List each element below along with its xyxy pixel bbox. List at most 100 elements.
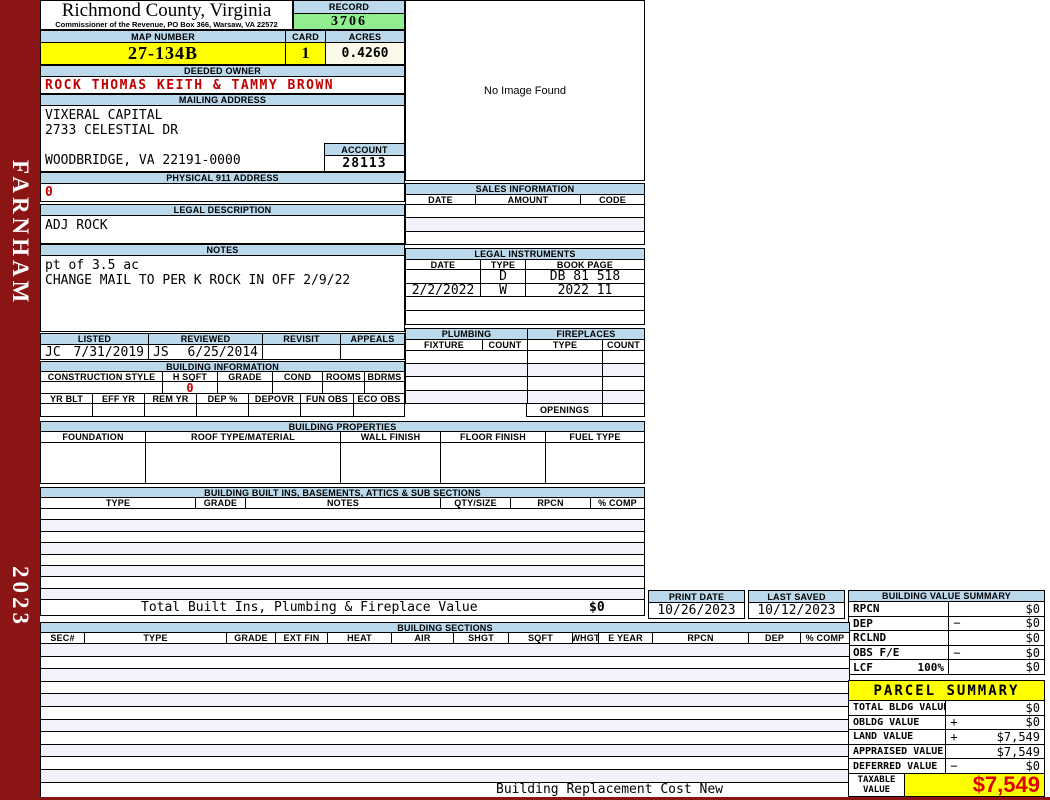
empty-row [405,230,645,245]
listed-by: JC [45,344,61,360]
bvs-row-label: DEP [848,615,948,632]
mailing-line-3 [45,138,241,153]
bvs-row-value: $0 [948,659,1045,675]
instrument-type: W [480,282,525,298]
empty-cell [92,403,144,417]
bvs-row-value: − $0 [948,615,1045,632]
wall-finish-value [340,442,440,484]
record-value: 3706 [293,13,405,30]
county-header: Richmond County, Virginia Commissioner o… [40,0,293,30]
listed-value: JC 7/31/2019 [40,344,148,360]
empty-row [40,693,850,707]
notes-line-1: pt of 3.5 ac [45,258,139,273]
parcel-row-label: OBLDG VALUE [848,714,945,731]
bvs-row-label: RPCN [848,601,948,617]
parcel-row-label: TOTAL BLDG VALUE [848,700,945,716]
empty-row [405,296,645,312]
bvs-row-label: RCLND [848,630,948,646]
last-saved-value: 10/12/2023 [748,602,845,619]
instrument-bookpage: DB 81 518 [525,269,645,284]
mailing-address-section: MAILING ADDRESS VIXERAL CAPITAL 2733 CEL… [40,94,405,172]
built-ins-section: BUILDING BUILT INS, BASEMENTS, ATTICS & … [40,487,645,617]
tax-year-label: 2023 [8,566,33,628]
empty-cell [300,403,353,417]
empty-row [405,204,645,219]
empty-row [40,643,850,657]
empty-row [40,680,850,695]
account-value: 28113 [324,155,404,171]
mailing-line-4: WOODBRIDGE, VA 22191-0000 [45,153,241,168]
no-image-message: No Image Found [405,0,645,181]
deeded-owner-value: ROCK THOMAS KEITH & TAMMY BROWN [40,76,405,94]
empty-row [40,731,850,745]
map-number-value: 27-134B [40,42,285,65]
parcel-row-label: DEFERRED VALUE [848,758,945,774]
map-number-section: MAP NUMBER CARD ACRES 27-134B 1 0.4260 [40,30,405,65]
empty-cell [602,376,645,391]
legal-description-value: ADJ ROCK [40,215,405,244]
legal-description-section: LEGAL DESCRIPTION ADJ ROCK [40,204,405,244]
instrument-date: 2/2/2022 [405,282,480,298]
district-sidebar: FARNHAM 2023 [0,0,40,800]
building-properties-section: BUILDING PROPERTIES FOUNDATION ROOF TYPE… [40,421,645,484]
record-label: RECORD [293,0,405,14]
empty-cell [602,389,645,404]
print-date-box: PRINT DATE 10/26/2023 [648,590,745,619]
bvs-row-label: LCF 100% [848,659,948,675]
card-value: 1 [285,42,325,65]
parcel-row-value: $7,549 [945,743,1045,760]
built-ins-total-value: $0 [589,600,605,616]
empty-cell [602,363,645,378]
instrument-date [405,269,480,284]
empty-cell [527,363,602,378]
acres-value: 0.4260 [325,42,405,65]
taxable-value-label: TAXABLE VALUE [848,772,904,797]
photo-panel: No Image Found [405,0,645,181]
deeded-owner-section: DEEDED OWNER ROCK THOMAS KEITH & TAMMY B… [40,65,405,94]
openings-label: OPENINGS [526,402,602,417]
parcel-row-value: − $0 [945,758,1045,774]
taxable-value: $7,549 [904,772,1045,797]
parcel-row-label: APPRAISED VALUE [848,743,945,760]
empty-row [40,718,850,733]
appeals-value [340,344,405,360]
empty-row [40,655,850,670]
bvs-row-value: $0 [948,630,1045,646]
empty-row [40,668,850,682]
fuel-type-value [545,442,645,484]
empty-cell [527,389,602,404]
empty-row [405,310,645,325]
notes-line-2: CHANGE MAIL TO PER K ROCK IN OFF 2/9/22 [45,273,351,288]
reviewed-date: 6/25/2014 [187,344,258,360]
empty-cell [405,363,527,378]
built-ins-total-label: Total Built Ins, Plumbing & Fireplace Va… [141,600,478,616]
county-header-box: Richmond County, Virginia Commissioner o… [40,0,293,30]
parcel-row-value: + $0 [945,714,1045,731]
instrument-bookpage: 2022 11 [525,282,645,298]
commissioner-line: Commissioner of the Revenue, PO Box 366,… [55,20,278,29]
legal-instruments-section: LEGAL INSTRUMENTS DATE TYPE BOOK PAGE D … [405,248,645,325]
parcel-summary: PARCEL SUMMARY TOTAL BLDG VALUE $0 OBLDG… [848,680,1045,797]
empty-row [40,705,850,720]
parcel-row-value: + $7,549 [945,729,1045,745]
record-box: RECORD 3706 [293,0,405,30]
physical-address-section: PHYSICAL 911 ADDRESS 0 [40,172,405,202]
account-box: ACCOUNT 28113 [324,143,404,171]
built-ins-total-row: Total Built Ins, Plumbing & Fireplace Va… [40,599,645,617]
bvs-row-value: $0 [948,601,1045,617]
empty-cell [527,350,602,365]
district-label: FARNHAM [8,160,33,307]
building-value-summary: BUILDING VALUE SUMMARY RPCN $0 DEP − $0 R… [848,590,1045,675]
empty-row [40,768,850,783]
review-section: LISTED REVIEWED REVISIT APPEALS JC 7/31/… [40,333,405,360]
parcel-row-value: $0 [945,700,1045,716]
floor-finish-value [440,442,545,484]
empty-cell [602,350,645,365]
instrument-type: D [480,269,525,284]
listed-date: 7/31/2019 [73,344,144,360]
parcel-row-label: LAND VALUE [848,729,945,745]
bvs-row-label: OBS F/E [848,644,948,661]
parcel-summary-title: PARCEL SUMMARY [848,680,1045,701]
county-title: Richmond County, Virginia [61,0,272,21]
empty-row [405,217,645,232]
